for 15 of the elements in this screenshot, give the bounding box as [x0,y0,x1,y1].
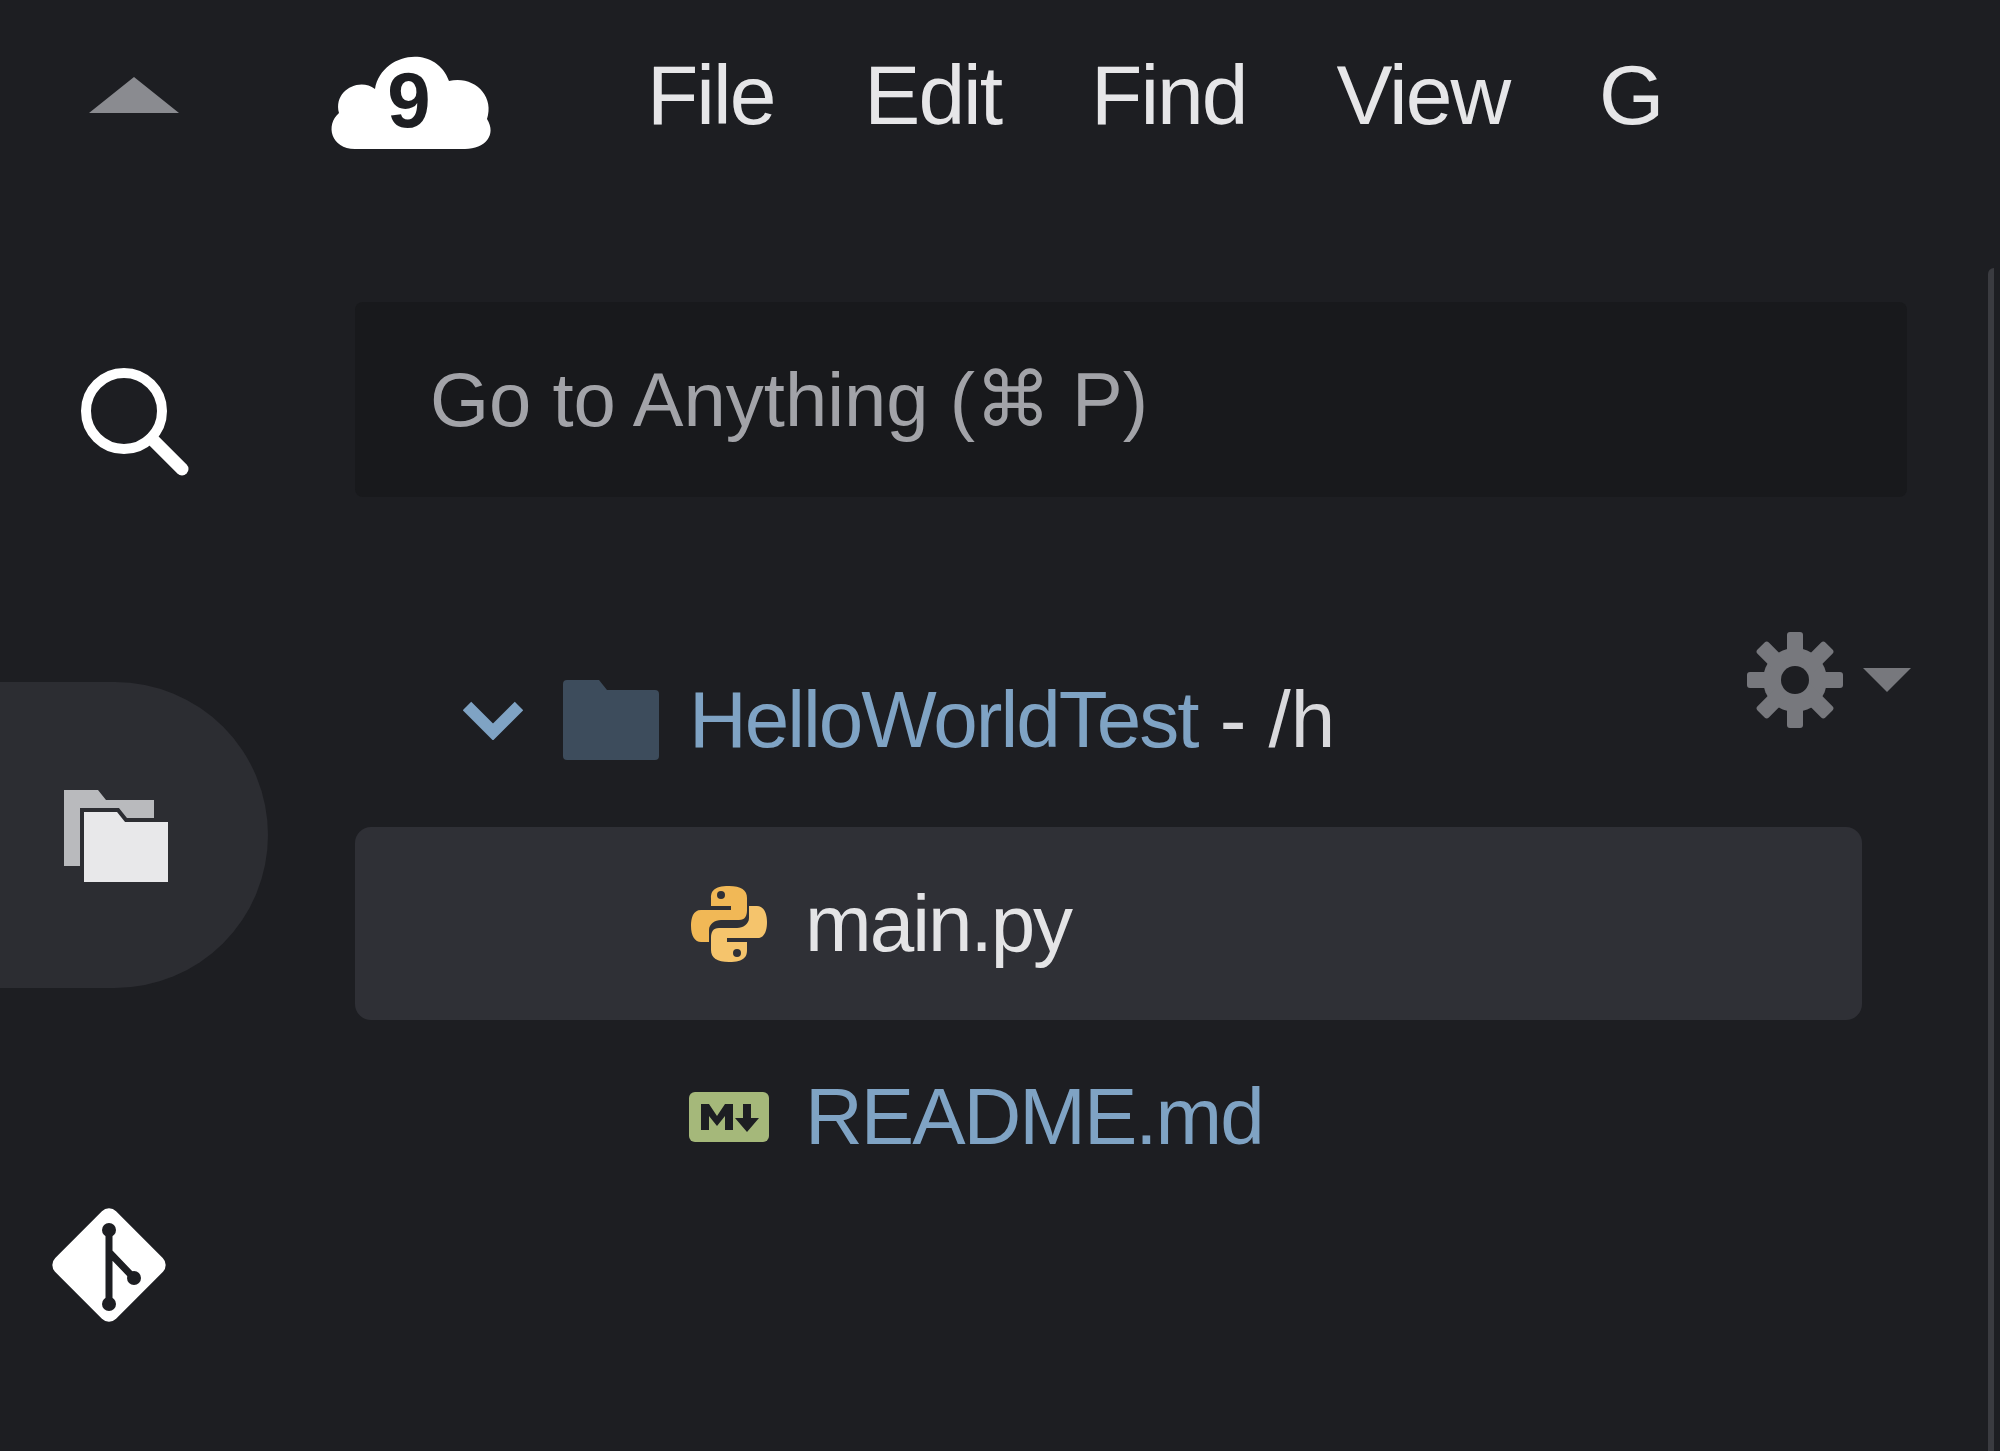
search-field[interactable]: Go to Anything (⌘ P) [355,302,1907,497]
file-row[interactable]: README.md [355,1020,1862,1213]
python-icon [689,883,769,964]
project-name[interactable]: HelloWorldTest [689,674,1198,766]
file-row[interactable]: main.py [355,827,1862,1020]
menu-item[interactable]: Edit [864,46,1002,144]
menu-item[interactable]: Find [1091,46,1247,144]
menu-item[interactable]: G [1599,46,1663,144]
menu-item[interactable]: View [1336,46,1510,144]
collapse-icon[interactable] [89,77,179,113]
project-path: - /h [1218,674,1336,766]
chevron-icon[interactable] [463,700,523,740]
folder-icon [563,680,659,760]
menu-item[interactable]: File [647,46,775,144]
files-icon[interactable] [0,682,268,988]
